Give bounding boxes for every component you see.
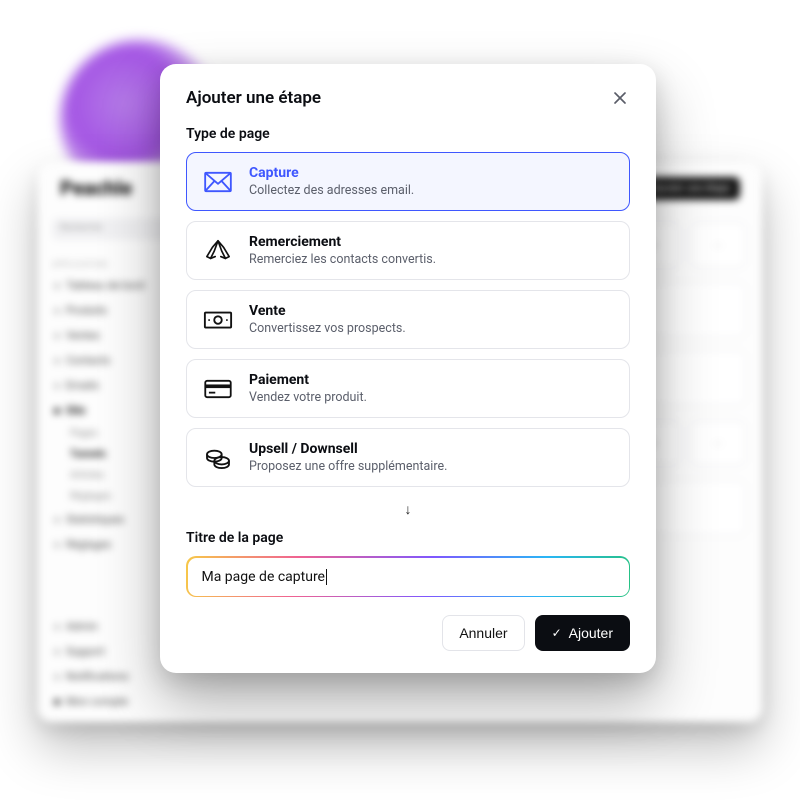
close-icon[interactable] bbox=[610, 88, 630, 108]
brand-logo: Peachle bbox=[60, 176, 132, 200]
option-title: Upsell / Downsell bbox=[249, 441, 447, 457]
pray-hands-icon bbox=[203, 239, 233, 263]
option-subtitle: Proposez une offre supplémentaire. bbox=[249, 459, 447, 474]
check-icon: ✓ bbox=[552, 626, 562, 640]
option-payment[interactable]: Paiement Vendez votre produit. bbox=[186, 359, 630, 418]
text-caret bbox=[326, 569, 327, 585]
page-title-input-value: Ma page de capture bbox=[202, 569, 325, 585]
submit-button[interactable]: ✓ Ajouter bbox=[535, 615, 630, 651]
option-title: Vente bbox=[249, 303, 406, 319]
modal-title: Ajouter une étape bbox=[186, 88, 321, 108]
cancel-button[interactable]: Annuler bbox=[442, 615, 524, 651]
option-title: Capture bbox=[249, 165, 414, 181]
page-type-label: Type de page bbox=[186, 126, 630, 142]
sidebar-category: APPLICATION bbox=[52, 260, 174, 269]
option-title: Remerciement bbox=[249, 234, 436, 250]
banknote-icon bbox=[203, 308, 233, 332]
option-upsell[interactable]: Upsell / Downsell Proposez une offre sup… bbox=[186, 428, 630, 487]
option-subtitle: Vendez votre produit. bbox=[249, 390, 367, 405]
option-subtitle: Collectez des adresses email. bbox=[249, 183, 414, 198]
page-title-label: Titre de la page bbox=[186, 530, 630, 546]
option-subtitle: Convertissez vos prospects. bbox=[249, 321, 406, 336]
option-capture[interactable]: Capture Collectez des adresses email. bbox=[186, 152, 630, 211]
option-thanks[interactable]: Remerciement Remerciez les contacts conv… bbox=[186, 221, 630, 280]
sidebar-search: Recherche bbox=[52, 218, 174, 240]
option-subtitle: Remerciez les contacts convertis. bbox=[249, 252, 436, 267]
submit-button-label: Ajouter bbox=[569, 625, 613, 641]
option-title: Paiement bbox=[249, 372, 367, 388]
credit-card-icon bbox=[203, 377, 233, 401]
envelope-icon bbox=[203, 170, 233, 194]
page-type-options: Capture Collectez des adresses email. Re… bbox=[186, 152, 630, 487]
arrow-down-icon: ↓ bbox=[186, 501, 630, 518]
page-title-input[interactable]: Ma page de capture bbox=[188, 558, 629, 596]
add-step-modal: Ajouter une étape Type de page Capture C… bbox=[160, 64, 656, 673]
coins-icon bbox=[203, 446, 233, 470]
option-sale[interactable]: Vente Convertissez vos prospects. bbox=[186, 290, 630, 349]
page-title-input-wrap: Ma page de capture bbox=[186, 556, 630, 597]
